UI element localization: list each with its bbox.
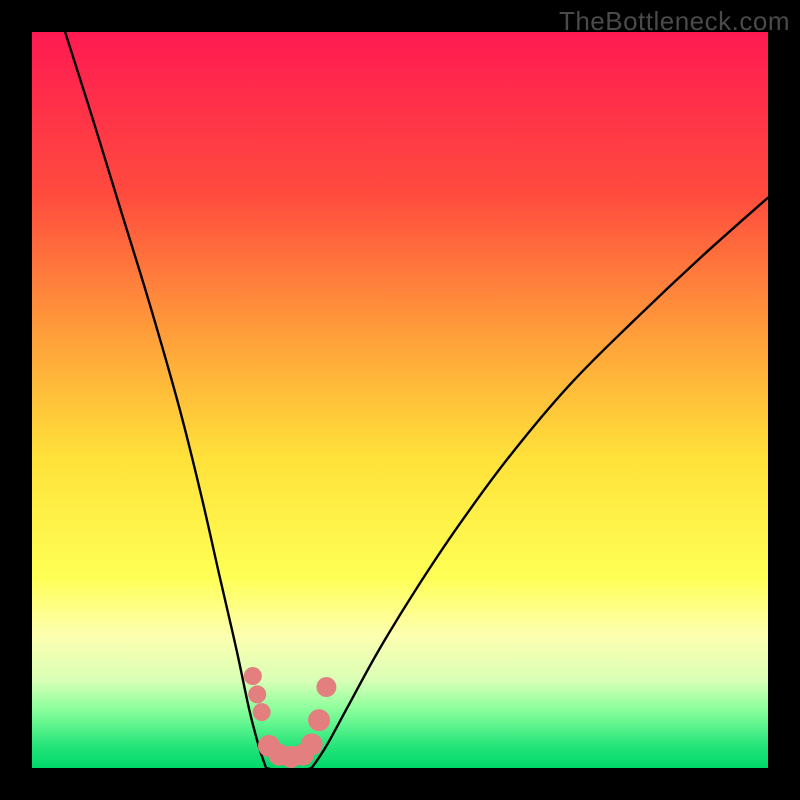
watermark-text: TheBottleneck.com — [559, 6, 790, 37]
chart-frame: TheBottleneck.com — [0, 0, 800, 800]
marker-dot — [308, 709, 330, 731]
chart-svg — [32, 32, 768, 768]
marker-dot — [244, 667, 262, 685]
marker-dot — [301, 733, 323, 755]
marker-dot — [316, 677, 336, 697]
plot-area — [32, 32, 768, 768]
marker-dot — [248, 685, 266, 703]
marker-dot — [253, 703, 271, 721]
gradient-background — [32, 32, 768, 768]
